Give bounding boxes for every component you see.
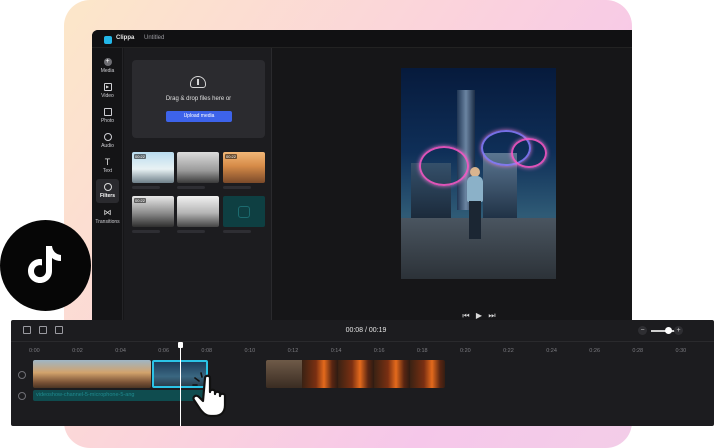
video-track-icon <box>18 371 26 379</box>
cloud-upload-icon <box>190 76 206 88</box>
thumbnail-duration: 00:22 <box>134 154 147 159</box>
filters-icon <box>103 183 112 191</box>
document-title[interactable]: Untitled <box>144 35 164 41</box>
sidebar-item-audio[interactable]: Audio <box>92 129 123 153</box>
preview-person <box>467 176 483 202</box>
sidebar-item-media[interactable]: + Media <box>92 54 123 78</box>
clip-frame <box>266 360 302 388</box>
ruler-tick-label: 0:28 <box>632 348 644 354</box>
sidebar-item-text[interactable]: T Text <box>92 154 123 178</box>
video-icon: ▶ <box>103 83 112 91</box>
ruler-tick-label: 0:00 <box>29 348 40 354</box>
zoom-out-button[interactable]: − <box>638 326 647 335</box>
zoom-in-button[interactable]: + <box>674 326 683 335</box>
preview-person <box>469 201 481 239</box>
thumbnail-duration: 00:22 <box>134 198 147 203</box>
ruler-tick-label: 0:16 <box>373 348 385 354</box>
sidebar-item-filters[interactable]: Filters <box>96 179 119 203</box>
audio-track-icon <box>18 392 26 400</box>
sidebar-item-transitions[interactable]: ⋈ Transitions <box>92 205 123 229</box>
media-thumbnail[interactable]: 00:22 <box>132 152 174 183</box>
sidebar-item-label: Filters <box>99 193 115 199</box>
timeline-toolbar: 00:08 / 00:19 − + <box>11 320 714 342</box>
thumbnail-caption-placeholder <box>223 230 251 233</box>
sidebar-item-photo[interactable]: Photo <box>92 104 123 128</box>
media-panel: Drag & drop files here or Upload media 0… <box>124 48 272 330</box>
ruler-tick-label: 0:24 <box>546 348 557 354</box>
video-clip[interactable] <box>266 360 445 388</box>
thumbnail-duration: 00:22 <box>225 154 238 159</box>
text-icon: T <box>104 157 111 167</box>
pointer-hand-icon <box>192 372 227 418</box>
upload-media-button[interactable]: Upload media <box>166 111 232 122</box>
duplicate-icon[interactable] <box>39 326 47 334</box>
sidebar-item-label: Media <box>100 68 115 74</box>
video-clip[interactable] <box>33 360 151 388</box>
upload-dropzone[interactable]: Drag & drop files here or Upload media <box>132 60 265 138</box>
tiktok-logo <box>0 220 91 311</box>
light-trail <box>419 146 469 186</box>
thumbnail-caption-placeholder <box>132 186 160 189</box>
playhead[interactable] <box>178 342 183 426</box>
split-icon[interactable] <box>23 326 31 334</box>
ruler-tick-label: 0:10 <box>244 348 256 354</box>
editor-window: Clippa Untitled + Media ▶ Video Photo Au… <box>92 30 632 330</box>
app-logo-icon <box>104 36 112 44</box>
timeline-ruler[interactable]: 0:00 0:02 0:04 0:06 0:08 0:10 0:12 0:14 0:16 0:18… <box>11 348 714 358</box>
photo-icon <box>103 108 112 116</box>
media-thumbnail[interactable] <box>177 196 219 227</box>
plus-circle-icon: + <box>103 58 112 66</box>
ruler-tick-label: 0:26 <box>589 348 601 354</box>
delete-icon[interactable] <box>55 326 63 334</box>
audio-icon <box>103 133 112 141</box>
app-brand: Clippa <box>116 35 135 41</box>
sidebar-item-video[interactable]: ▶ Video <box>92 79 123 103</box>
preview-stage: ⏮ ▶ ⏭ <box>273 48 632 330</box>
ruler-tick-label: 0:20 <box>460 348 471 354</box>
timeline-panel: 00:08 / 00:19 − + 0:00 0:02 0:04 0:06 0:08 0:… <box>11 320 714 426</box>
ruler-tick-label: 0:18 <box>416 348 428 354</box>
sidebar-item-label: Text <box>102 168 113 174</box>
timeline-timecode: 00:08 / 00:19 <box>345 327 387 334</box>
media-thumbnail[interactable]: 00:22 <box>132 196 174 227</box>
ruler-tick-label: 0:22 <box>503 348 514 354</box>
media-thumbnail[interactable]: 00:22 <box>223 152 265 183</box>
zoom-slider-handle[interactable] <box>665 327 672 334</box>
thumbnail-caption-placeholder <box>177 186 205 189</box>
sidebar-item-label: Audio <box>101 143 114 149</box>
thumbnail-caption-placeholder <box>177 230 205 233</box>
transitions-icon: ⋈ <box>103 208 112 217</box>
ruler-tick-label: 0:30 <box>675 348 687 354</box>
sidebar: + Media ▶ Video Photo Audio T Text Filte… <box>92 48 123 330</box>
ruler-tick-label: 0:08 <box>201 348 213 354</box>
ruler-tick-label: 0:06 <box>158 348 170 354</box>
ruler-tick-label: 0:04 <box>115 348 126 354</box>
sidebar-item-label: Photo <box>100 118 115 124</box>
sidebar-item-label: Transitions <box>95 219 120 225</box>
media-thumbnail[interactable] <box>177 152 219 183</box>
ruler-tick-label: 0:02 <box>72 348 83 354</box>
ruler-tick-label: 0:12 <box>287 348 299 354</box>
tiktok-icon <box>28 246 61 283</box>
thumbnail-caption-placeholder <box>223 186 251 189</box>
audio-clip[interactable]: videoshow-channel-5-microphone-5-ang <box>33 390 213 401</box>
image-placeholder-icon <box>238 206 250 218</box>
dropzone-text: Drag & drop files here or <box>165 96 232 102</box>
light-trail <box>511 138 547 168</box>
top-bar: Clippa Untitled <box>92 30 632 48</box>
sidebar-item-label: Video <box>101 93 114 99</box>
thumbnail-caption-placeholder <box>132 230 160 233</box>
media-thumbnail-loading <box>223 196 265 227</box>
ruler-tick-label: 0:14 <box>330 348 342 354</box>
video-preview[interactable] <box>401 68 556 279</box>
